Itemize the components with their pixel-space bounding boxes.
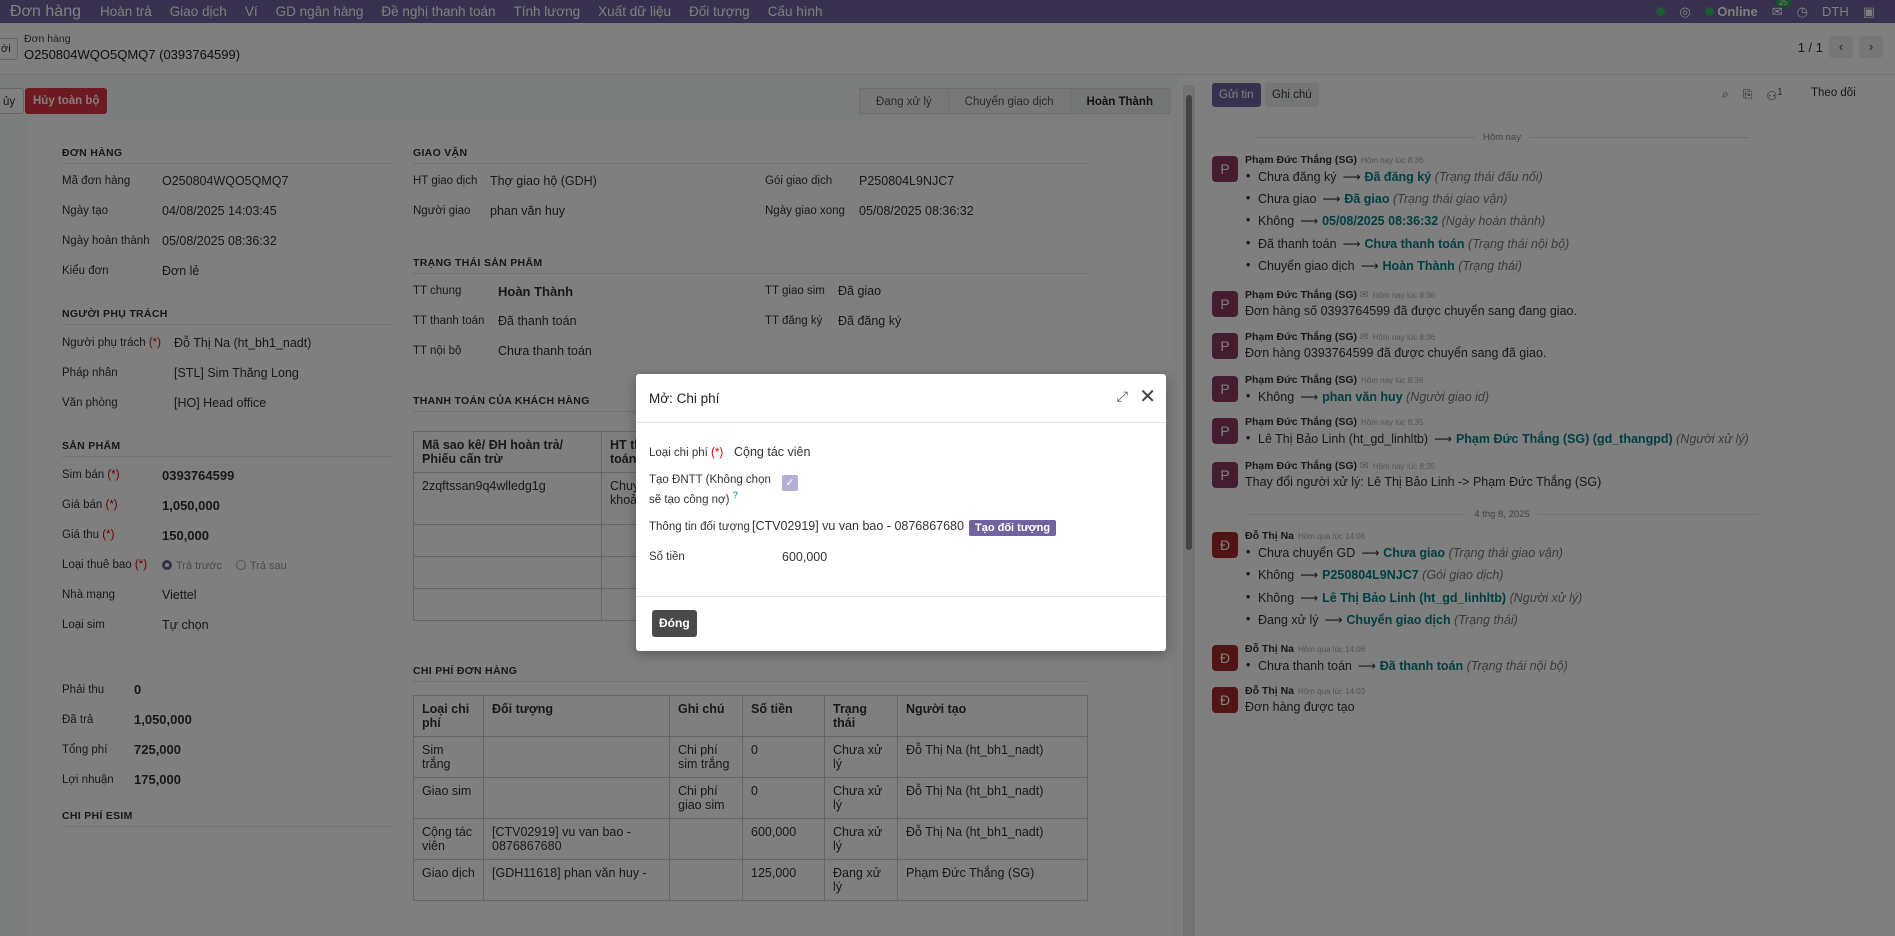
close-button[interactable]: Đóng [652,610,697,637]
cost-type-label: Loại chi phí (*) [649,447,724,459]
create-dntt-checkbox[interactable]: ✓ [782,475,798,491]
help-icon[interactable]: ? [733,490,738,501]
cost-type-value[interactable]: Cộng tác viên [734,445,810,459]
dialog-footer: Đóng [636,596,1166,651]
dialog-title: Mở: Chi phí [649,391,720,406]
object-info-value[interactable]: [CTV02919] vu van bao - 0876867680 [752,519,964,533]
expand-icon[interactable]: ⤢ [1117,388,1128,405]
close-icon[interactable]: ✕ [1139,384,1156,409]
dialog-header: Mở: Chi phí ⤢ ✕ [636,374,1166,423]
create-dntt-label: Tạo ĐNTT (Không chọn sẽ tạo công nợ) ? [649,474,771,506]
amount-value[interactable]: 600,000 [782,550,827,564]
cost-dialog: Mở: Chi phí ⤢ ✕ Loại chi phí (*) Cộng tá… [636,374,1166,651]
object-info-label: Thông tin đối tượng [649,521,750,533]
create-object-button[interactable]: Tạo đối tượng [969,520,1057,536]
amount-label: Số tiền [649,551,685,563]
